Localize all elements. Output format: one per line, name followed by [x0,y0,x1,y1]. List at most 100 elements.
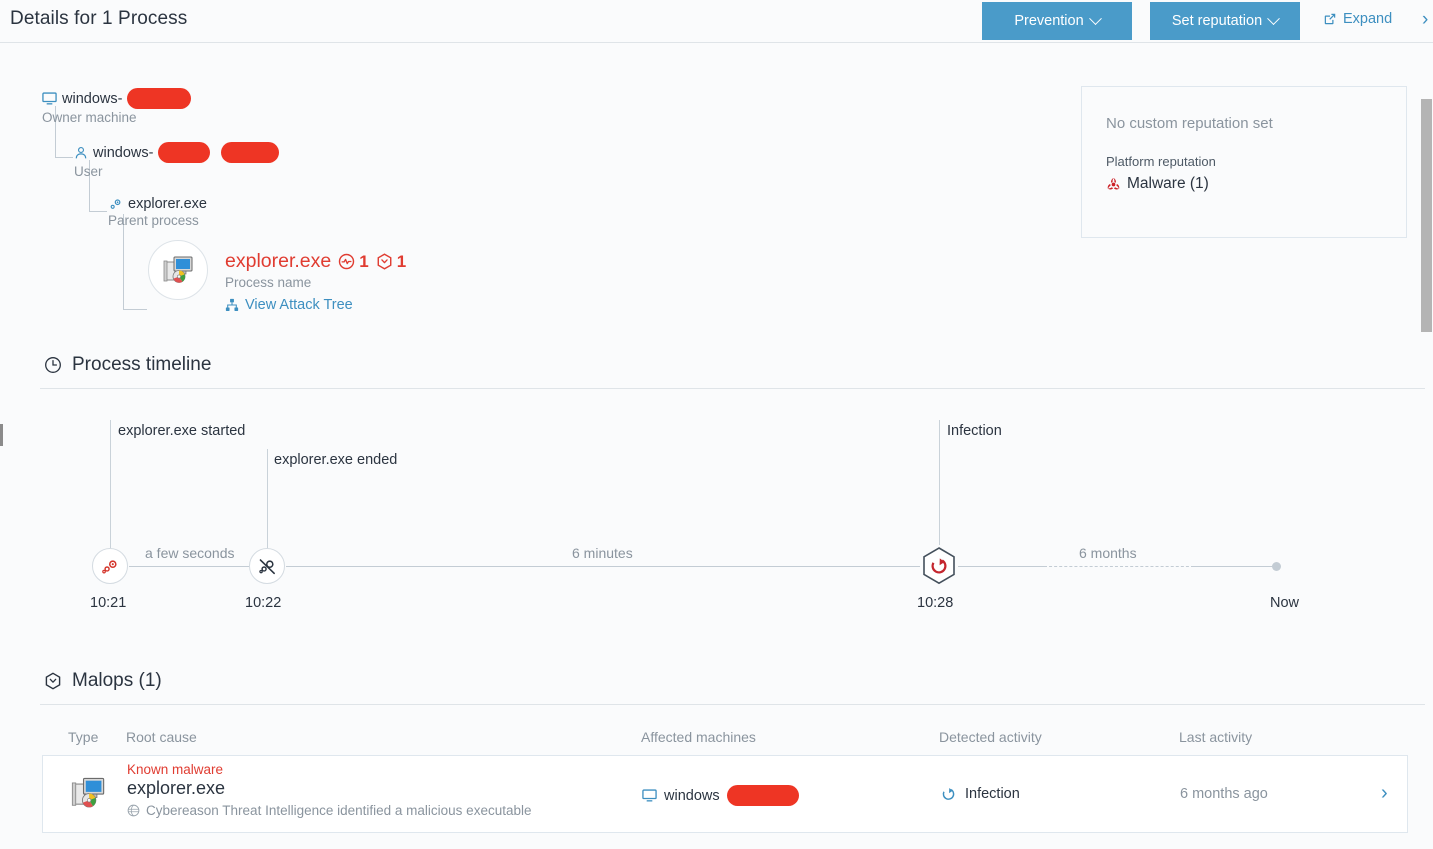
panel-resize-handle[interactable] [0,424,3,446]
column-header-last-activity: Last activity [1179,729,1253,745]
timeline-event-label: explorer.exe ended [274,452,398,468]
row-detail-chevron-icon[interactable]: › [1381,782,1388,805]
root-cause-category: Known malware [127,762,224,777]
vertical-scrollbar[interactable] [1420,44,1433,849]
platform-reputation-label: Platform reputation [1106,154,1216,169]
threat-intel-icon [127,804,140,817]
malop-count-badge[interactable]: 1 [376,252,406,272]
root-cause-cell: Known malware explorer.exe Cybereason Th… [127,762,531,818]
view-attack-tree-label: View Attack Tree [245,297,353,313]
panel-header: Details for 1 Process Prevention Set rep… [0,0,1433,43]
scrollbar-thumb[interactable] [1421,99,1432,332]
timeline-node-infection[interactable] [918,545,960,587]
malop-hexagon-icon [45,672,61,690]
infection-activity-icon [942,788,955,800]
expand-button[interactable]: Expand [1323,11,1392,27]
gear-stop-icon [258,558,275,574]
malop-hexagon-icon [377,253,392,270]
process-avatar [148,240,208,300]
column-header-root-cause: Root cause [126,729,197,745]
process-sublabel: Process name [225,275,312,290]
prevention-dropdown-button[interactable]: Prevention [982,2,1132,40]
biohazard-icon [1107,177,1120,190]
sitemap-icon [225,298,239,311]
redaction-block [127,88,192,109]
malop-type-icon [69,774,107,812]
no-custom-reputation-text: No custom reputation set [1106,115,1273,132]
tree-node-user[interactable]: windows- User [74,142,280,179]
tree-node-owner-machine[interactable]: windows- Owner machine [42,88,192,125]
set-reputation-dropdown-button[interactable]: Set reputation [1150,2,1300,40]
detected-activity-cell: Infection [940,785,1020,802]
page-title: Details for 1 Process [10,8,188,29]
platform-reputation-value-row: Malware (1) [1106,175,1209,193]
timeline-axis-segment [958,566,1044,567]
view-attack-tree-link[interactable]: View Attack Tree [225,297,406,313]
clock-icon [45,357,61,373]
detection-count-badge[interactable]: 1 [338,251,369,272]
table-row[interactable]: Known malware explorer.exe Cybereason Th… [42,755,1408,833]
section-divider [40,388,1425,389]
timeline-event-label: Infection [947,423,1002,439]
monitor-icon [642,789,657,802]
timeline-time-label: 10:28 [917,595,954,611]
gear-start-icon [101,559,117,573]
expand-label: Expand [1343,11,1393,27]
timeline-duration-label: 6 minutes [572,545,633,561]
process-gear-icon [110,198,121,209]
timeline-stem [110,420,111,548]
windows-explorer-icon [163,256,193,283]
malops-heading: Malops (1) [44,670,162,692]
prevention-label: Prevention [1014,13,1084,29]
detection-pulse-icon [339,253,355,270]
monitor-icon [42,92,57,105]
chevron-down-icon [1267,11,1281,25]
redaction-block [726,785,799,806]
user-icon [75,146,87,158]
parent-process-sublabel: Parent process [108,213,199,228]
timeline-event-label: explorer.exe started [118,423,246,439]
user-name: windows- [93,144,154,161]
redaction-block [221,142,280,163]
column-header-detected-activity: Detected activity [939,729,1042,745]
timeline-axis-segment [129,566,249,567]
timeline-time-label: 10:22 [245,595,282,611]
timeline-node-process-started[interactable] [92,548,128,584]
user-sublabel: User [74,164,103,179]
affected-machine-name: windows [664,787,720,804]
timeline-duration-label: 6 months [1079,545,1137,561]
detected-activity-label: Infection [965,785,1020,802]
column-header-type: Type [68,729,99,745]
root-cause-description: Cybereason Threat Intelligence identifie… [146,803,532,818]
timeline-duration-label: a few seconds [145,545,235,561]
timeline-node-process-ended[interactable] [249,548,285,584]
timeline-axis-dashed-segment [1044,566,1194,567]
root-cause-name: explorer.exe [127,778,226,798]
section-divider [40,704,1425,705]
redaction-block [158,142,211,163]
chevron-down-icon [1088,11,1102,25]
owner-machine-name: windows- [62,90,123,107]
external-link-icon [1324,13,1336,25]
platform-reputation-value: Malware (1) [1127,175,1209,192]
timeline-now-label: Now [1270,595,1300,611]
affected-machine-cell: windows [642,785,799,806]
reputation-panel: No custom reputation set Platform reputa… [1081,86,1407,238]
timeline-time-label: 10:21 [90,595,127,611]
owner-machine-sublabel: Owner machine [42,110,137,125]
windows-explorer-icon [71,777,105,808]
process-timeline-heading: Process timeline [44,354,211,376]
timeline-heading-label: Process timeline [72,354,212,375]
process-info: explorer.exe 1 1 Process name View Attac… [225,250,406,313]
timeline-stem [939,420,940,545]
timeline-axis-segment [1194,566,1278,567]
parent-process-name: explorer.exe [128,196,207,212]
column-header-affected-machines: Affected machines [641,729,756,745]
tree-node-parent-process[interactable]: explorer.exe Parent process [108,196,207,228]
process-name: explorer.exe [225,250,332,272]
tree-connector [123,214,147,310]
detection-count: 1 [359,251,369,271]
timeline-now-dot [1272,562,1281,571]
process-details-panel: Details for 1 Process Prevention Set rep… [0,0,1433,849]
panel-next-chevron-icon[interactable]: › [1422,10,1428,29]
